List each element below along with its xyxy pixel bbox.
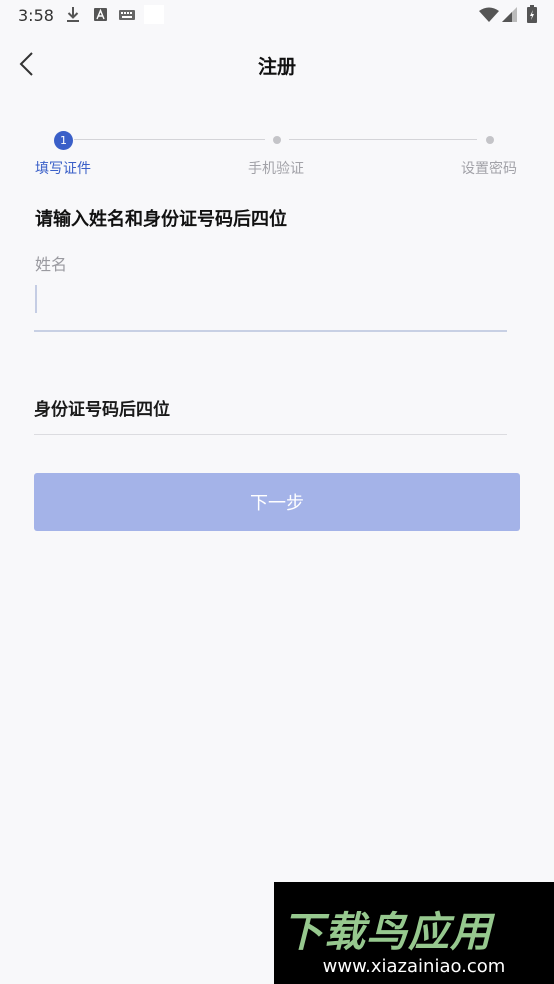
wifi-icon	[479, 7, 499, 22]
watermark-url: www.xiazainiao.com	[322, 956, 506, 977]
watermark: 下载鸟应用 www.xiazainiao.com	[274, 882, 554, 984]
status-time: 3:58	[18, 6, 54, 25]
step-3-label: 设置密码	[461, 161, 517, 177]
id-last-four-input[interactable]	[34, 386, 507, 435]
form-instruction: 请输入姓名和身份证号码后四位	[35, 209, 287, 230]
title-bar: 注册	[0, 40, 554, 88]
notification-square-icon	[144, 5, 164, 24]
name-input[interactable]	[34, 278, 507, 332]
app-a-icon	[94, 8, 107, 21]
step-connector	[289, 139, 477, 140]
name-label: 姓名	[35, 255, 68, 274]
step-1-indicator: 1	[54, 131, 73, 150]
text-cursor	[35, 285, 37, 313]
signal-icon	[502, 7, 517, 22]
step-2-label: 手机验证	[248, 161, 304, 177]
status-bar: 3:58	[0, 0, 554, 30]
battery-icon	[527, 5, 537, 23]
watermark-logo: 下载鸟应用	[282, 908, 492, 956]
keyboard-icon	[119, 10, 135, 20]
step-3-indicator	[486, 136, 494, 144]
step-1-label: 填写证件	[35, 161, 91, 177]
registration-stepper: 1 填写证件 手机验证 设置密码	[0, 128, 554, 178]
download-icon	[67, 7, 79, 22]
step-2-indicator	[273, 136, 281, 144]
next-button[interactable]: 下一步	[34, 473, 520, 531]
page-title: 注册	[257, 56, 296, 78]
step-connector	[74, 139, 265, 140]
